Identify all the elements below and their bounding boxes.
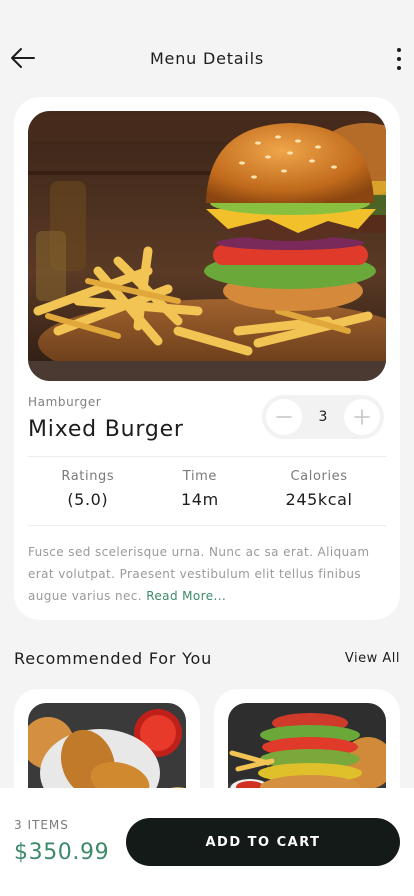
burger-image — [28, 111, 386, 381]
stat-calories: Calories 245kcal — [286, 469, 353, 527]
stat-value: 14m — [181, 490, 219, 509]
item-detail-card: Hamburger Mixed Burger 3 Ratings (5.0) T… — [14, 97, 400, 620]
item-name: Mixed Burger — [28, 417, 184, 442]
page-title: Menu Details — [149, 48, 265, 68]
section-title: Recommended For You — [14, 649, 213, 668]
stat-ratings: Ratings (5.0) — [61, 469, 114, 527]
add-to-cart-button[interactable]: ADD TO CART — [126, 818, 400, 866]
checkout-bar: 3 ITEMS $350.99 ADD TO CART — [0, 788, 414, 896]
back-button[interactable] — [10, 46, 36, 70]
plus-icon — [354, 409, 370, 425]
divider — [28, 525, 386, 526]
more-options-button[interactable] — [392, 46, 406, 72]
cart-item-count: 3 ITEMS — [14, 818, 69, 832]
read-more-link[interactable]: Read More... — [146, 589, 226, 603]
item-description: Fusce sed scelerisque urna. Nunc ac sa e… — [28, 541, 388, 607]
arrow-left-icon — [11, 48, 35, 68]
item-category: Hamburger — [28, 395, 102, 409]
top-bar: Menu Details — [0, 36, 414, 80]
minus-icon — [276, 416, 292, 418]
stat-label: Time — [182, 469, 218, 484]
stat-value: 245kcal — [285, 490, 353, 509]
increase-button[interactable] — [343, 399, 380, 435]
decrease-button[interactable] — [266, 399, 302, 435]
quantity-stepper: 3 — [262, 395, 384, 439]
stat-label: Calories — [290, 469, 348, 484]
stat-value: (5.0) — [67, 490, 109, 509]
cart-total-price: $350.99 — [14, 840, 110, 865]
more-vertical-icon — [397, 48, 401, 52]
item-stats: Ratings (5.0) Time 14m Calories 245kcal — [28, 469, 386, 527]
stat-label: Ratings — [61, 469, 115, 484]
stat-time: Time 14m — [181, 469, 219, 527]
quantity-value: 3 — [318, 409, 328, 425]
view-all-link[interactable]: View All — [345, 651, 400, 666]
divider — [28, 456, 386, 457]
